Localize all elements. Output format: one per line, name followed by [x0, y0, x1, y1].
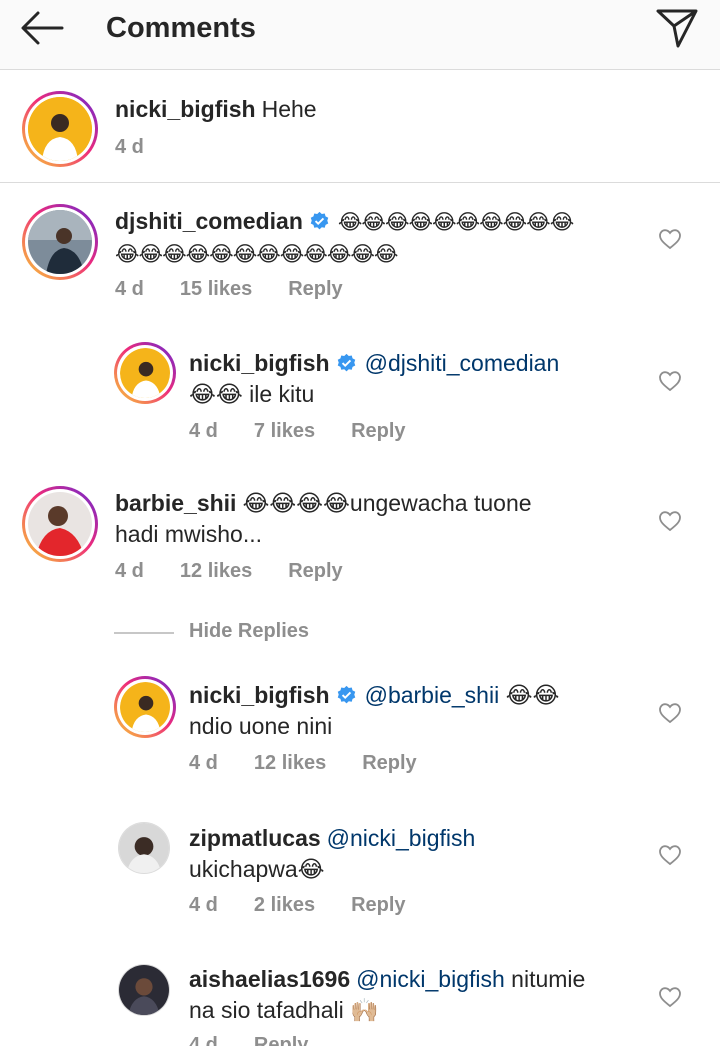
reply-button[interactable]: Reply [254, 1034, 308, 1046]
reply-button[interactable]: Reply [288, 560, 342, 582]
heart-icon[interactable] [658, 228, 682, 250]
comment-username[interactable]: nicki_bigfish [189, 682, 330, 708]
mention-link[interactable]: @barbie_shii [365, 682, 500, 708]
post-caption: nicki_bigfish Hehe 4 d [0, 71, 720, 183]
avatar-image [119, 823, 169, 873]
comment-username[interactable]: aishaelias1696 [189, 966, 350, 992]
comment-body-line2: hadi mwisho... [115, 521, 263, 547]
comment-body-line1-tail: 😂😂 [505, 682, 560, 708]
page-title: Comments [106, 12, 256, 44]
avatar[interactable] [114, 342, 176, 404]
comment-item: djshiti_comedian 😂😂😂😂😂😂😂😂😂😂 😂😂😂😂😂😂😂😂😂😂😂😂 4… [0, 184, 720, 324]
comment-time: 4 d [189, 894, 218, 916]
verified-badge-icon [310, 211, 329, 230]
likes-count[interactable]: 15 likes [180, 278, 252, 300]
reply-button[interactable]: Reply [288, 278, 342, 300]
heart-icon[interactable] [658, 510, 682, 532]
comment-meta: 4 d 15 likes Reply [115, 278, 379, 301]
back-button[interactable] [18, 8, 68, 48]
reply-item: zipmatlucas @nicki_bigfish ukichapwa😂 4 d 2… [0, 806, 720, 946]
avatar[interactable] [22, 91, 98, 167]
comment-meta: 4 d 2 likes Reply [189, 894, 442, 917]
comment-text: nicki_bigfish @barbie_shii 😂😂 ndio uone ni… [189, 680, 649, 742]
comment-time: 4 d [115, 278, 144, 300]
avatar[interactable] [118, 822, 170, 874]
comment-time: 4 d [115, 560, 144, 582]
reply-button[interactable]: Reply [362, 752, 416, 774]
arrow-left-icon [21, 11, 64, 45]
comment-time: 4 d [189, 752, 218, 774]
reply-item: nicki_bigfish @barbie_shii 😂😂 ndio uone ni… [0, 662, 720, 802]
likes-count[interactable]: 12 likes [254, 752, 326, 774]
comment-meta: 4 d 12 likes Reply [115, 560, 379, 583]
comment-text: aishaelias1696 @nicki_bigfish nitumie na s… [189, 964, 649, 1026]
comment-time: 4 d [189, 420, 218, 442]
mention-link[interactable]: @nicki_bigfish [356, 966, 505, 992]
heart-icon[interactable] [658, 844, 682, 866]
likes-count[interactable]: 12 likes [180, 560, 252, 582]
avatar-image [28, 97, 92, 161]
header-bar: Comments [0, 0, 720, 70]
avatar[interactable] [114, 676, 176, 738]
avatar-image [120, 682, 170, 732]
comment-body-line2: 😂😂 ile kitu [189, 381, 315, 407]
comment-body-line1: 😂😂😂😂😂😂😂😂😂😂 [337, 211, 574, 234]
comment-body-line2: ukichapwa😂 [189, 856, 325, 882]
caption-meta: 4 d [115, 136, 180, 159]
comment-username[interactable]: djshiti_comedian [115, 208, 303, 234]
verified-badge-icon [337, 353, 355, 372]
comment-meta: 4 d Reply [189, 1034, 344, 1046]
comment-body-line1-tail: nitumie [511, 966, 586, 992]
caption-body: Hehe [261, 96, 317, 122]
avatar-image [119, 965, 169, 1015]
comment-username[interactable]: barbie_shii [115, 490, 236, 516]
comment-text: nicki_bigfish @djshiti_comedian 😂😂 ile kit… [189, 348, 649, 410]
verified-badge-icon [337, 685, 355, 704]
reply-item: aishaelias1696 @nicki_bigfish nitumie na s… [0, 948, 720, 1046]
caption-time: 4 d [115, 136, 144, 158]
likes-count[interactable]: 7 likes [254, 420, 315, 442]
comment-meta: 4 d 7 likes Reply [189, 420, 442, 443]
comment-time: 4 d [189, 1034, 218, 1046]
share-button[interactable] [654, 6, 700, 50]
heart-icon[interactable] [658, 370, 682, 392]
comment-body-line1: 😂😂😂😂ungewacha tuone [242, 490, 532, 516]
mention-link[interactable]: @nicki_bigfish [327, 825, 476, 851]
avatar[interactable] [22, 204, 98, 280]
hide-replies-label: Hide Replies [189, 620, 310, 642]
reply-button[interactable]: Reply [351, 894, 405, 916]
comment-text: djshiti_comedian 😂😂😂😂😂😂😂😂😂😂 😂😂😂😂😂😂😂😂😂😂😂😂 [115, 206, 645, 270]
hide-replies-divider [114, 632, 174, 634]
avatar-image [28, 492, 92, 556]
comment-item: barbie_shii 😂😂😂😂ungewacha tuone hadi mwish… [0, 468, 720, 608]
mention-link[interactable]: @djshiti_comedian [365, 350, 560, 376]
avatar[interactable] [118, 964, 170, 1016]
comment-username[interactable]: nicki_bigfish [189, 350, 330, 376]
avatar-image [120, 348, 170, 398]
likes-count[interactable]: 2 likes [254, 894, 315, 916]
comment-body-line2: ndio uone nini [189, 713, 333, 739]
comment-username[interactable]: zipmatlucas [189, 825, 321, 851]
avatar-image [28, 210, 92, 274]
heart-icon[interactable] [658, 986, 682, 1008]
comment-body-line2: na sio tafadhali 🙌🏼 [189, 997, 379, 1023]
avatar[interactable] [22, 486, 98, 562]
caption-text: nicki_bigfish Hehe [115, 94, 317, 125]
reply-item: nicki_bigfish @djshiti_comedian 😂😂 ile kit… [0, 330, 720, 470]
caption-username[interactable]: nicki_bigfish [115, 96, 256, 122]
comment-body-line2: 😂😂😂😂😂😂😂😂😂😂😂😂 [115, 243, 398, 266]
comment-text: barbie_shii 😂😂😂😂ungewacha tuone hadi mwish… [115, 488, 645, 550]
comment-meta: 4 d 12 likes Reply [189, 752, 453, 775]
reply-button[interactable]: Reply [351, 420, 405, 442]
heart-icon[interactable] [658, 702, 682, 724]
paper-plane-icon [656, 9, 698, 48]
comment-text: zipmatlucas @nicki_bigfish ukichapwa😂 [189, 823, 649, 885]
